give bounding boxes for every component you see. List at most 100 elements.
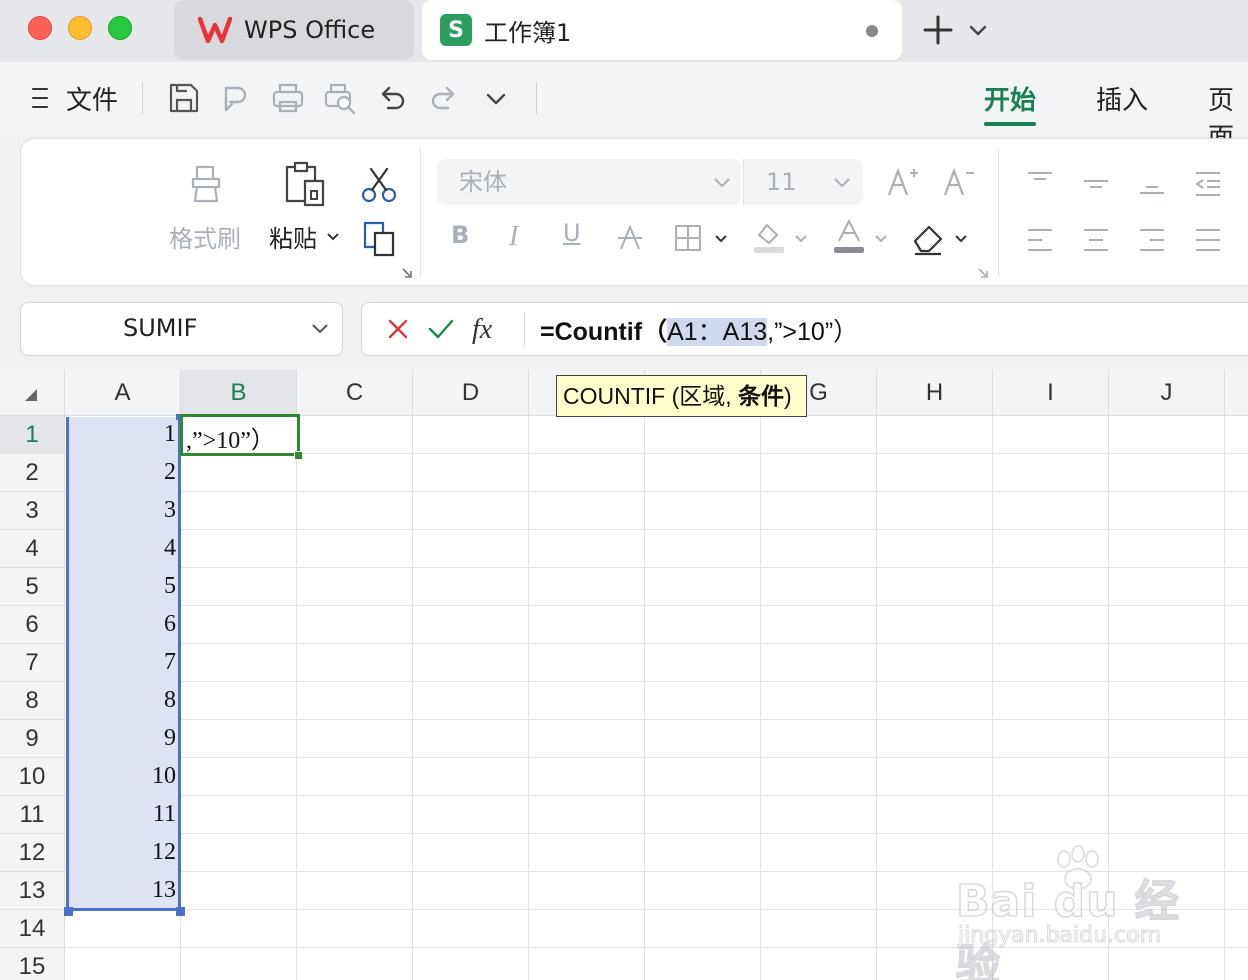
- export-pdf-icon[interactable]: [218, 80, 254, 116]
- cell-a6[interactable]: 6: [66, 611, 176, 638]
- undo-icon[interactable]: [374, 80, 410, 116]
- formula-input[interactable]: =Countif（A1：A13,”>10”）: [540, 312, 858, 348]
- borders-icon[interactable]: [673, 223, 703, 253]
- chevron-down-icon[interactable]: [793, 231, 809, 247]
- chevron-down-icon[interactable]: [713, 231, 729, 247]
- cell-a7[interactable]: 7: [66, 649, 176, 676]
- cell-a11[interactable]: 11: [66, 801, 176, 828]
- chevron-down-icon[interactable]: [325, 229, 341, 245]
- row-header-12[interactable]: 12: [0, 834, 65, 872]
- align-bottom-icon[interactable]: [1137, 169, 1167, 199]
- column-header-b[interactable]: B: [181, 370, 297, 416]
- minimize-window-button[interactable]: [68, 16, 92, 40]
- dialog-launcher-icon[interactable]: [401, 267, 413, 279]
- cell-a2[interactable]: 2: [66, 459, 176, 486]
- unsaved-dot-icon[interactable]: [866, 25, 878, 37]
- font-color-icon[interactable]: [831, 219, 867, 255]
- cell-a9[interactable]: 9: [66, 725, 176, 752]
- menu-icon[interactable]: [30, 86, 52, 110]
- chevron-down-icon[interactable]: [966, 16, 990, 44]
- align-left-icon[interactable]: [1025, 225, 1055, 255]
- chevron-down-icon[interactable]: [711, 173, 733, 193]
- underline-button[interactable]: U: [563, 219, 581, 247]
- row-header-3[interactable]: 3: [0, 492, 65, 530]
- paste-icon[interactable]: [279, 159, 329, 209]
- chevron-down-icon[interactable]: [953, 231, 969, 247]
- align-top-icon[interactable]: [1025, 169, 1055, 199]
- tab-workbook[interactable]: S 工作簿1: [422, 0, 902, 60]
- tab-wps-office[interactable]: WPS Office: [174, 0, 414, 60]
- format-painter-icon[interactable]: [183, 161, 229, 207]
- active-cell-fill-handle[interactable]: [294, 451, 303, 460]
- row-header-15[interactable]: 15: [0, 948, 65, 980]
- cell-a13[interactable]: 13: [66, 877, 176, 904]
- column-header-i[interactable]: I: [993, 370, 1109, 416]
- zoom-window-button[interactable]: [108, 16, 132, 40]
- column-header-h[interactable]: H: [877, 370, 993, 416]
- cell-a1[interactable]: 1: [66, 421, 176, 448]
- row-header-13[interactable]: 13: [0, 872, 65, 910]
- increase-font-size-icon[interactable]: [885, 165, 919, 199]
- paste-button[interactable]: 粘贴: [269, 219, 317, 254]
- column-header-d[interactable]: D: [413, 370, 529, 416]
- cancel-x-icon[interactable]: [384, 315, 412, 343]
- name-box[interactable]: SUMIF: [20, 302, 343, 356]
- row-header-11[interactable]: 11: [0, 796, 65, 834]
- row-header-10[interactable]: 10: [0, 758, 65, 796]
- row-header-1[interactable]: 1: [0, 416, 65, 454]
- bold-button[interactable]: B: [451, 221, 469, 249]
- row-header-6[interactable]: 6: [0, 606, 65, 644]
- font-name-select[interactable]: 宋体: [437, 159, 741, 205]
- justify-icon[interactable]: [1193, 225, 1223, 255]
- cell-a5[interactable]: 5: [66, 573, 176, 600]
- cell-a10[interactable]: 10: [66, 763, 176, 790]
- format-painter-label[interactable]: 格式刷: [169, 219, 241, 254]
- tab-insert[interactable]: 插入: [1096, 80, 1148, 117]
- cell-a3[interactable]: 3: [66, 497, 176, 524]
- row-header-2[interactable]: 2: [0, 454, 65, 492]
- clear-format-eraser-icon[interactable]: [911, 221, 947, 257]
- print-icon[interactable]: [270, 80, 306, 116]
- scissors-icon[interactable]: [359, 165, 399, 205]
- tab-home[interactable]: 开始: [984, 80, 1036, 117]
- row-header-8[interactable]: 8: [0, 682, 65, 720]
- align-middle-icon[interactable]: [1081, 169, 1111, 199]
- chevron-down-icon[interactable]: [478, 80, 514, 116]
- align-center-icon[interactable]: [1081, 225, 1111, 255]
- formula-bar[interactable]: fx =Countif（A1：A13,”>10”）: [361, 302, 1248, 356]
- align-right-icon[interactable]: [1137, 225, 1167, 255]
- chevron-down-icon[interactable]: [873, 231, 889, 247]
- confirm-check-icon[interactable]: [426, 315, 456, 343]
- file-menu[interactable]: 文件: [66, 80, 118, 117]
- row-header-9[interactable]: 9: [0, 720, 65, 758]
- cell-a12[interactable]: 12: [66, 839, 176, 866]
- strikethrough-icon[interactable]: [615, 223, 645, 253]
- cell-a8[interactable]: 8: [66, 687, 176, 714]
- save-icon[interactable]: [166, 80, 202, 116]
- fill-color-icon[interactable]: [751, 219, 787, 255]
- new-tab-button[interactable]: [920, 12, 956, 48]
- column-header-a[interactable]: A: [65, 370, 181, 416]
- insert-function-fx-icon[interactable]: fx: [470, 311, 504, 347]
- decrease-font-size-icon[interactable]: [941, 165, 975, 199]
- redo-icon[interactable]: [426, 80, 462, 116]
- range-fill-handle[interactable]: [176, 907, 185, 916]
- row-header-5[interactable]: 5: [0, 568, 65, 606]
- cell-a4[interactable]: 4: [66, 535, 176, 562]
- chevron-down-icon[interactable]: [831, 173, 853, 193]
- dialog-launcher-icon[interactable]: [977, 267, 989, 279]
- row-header-7[interactable]: 7: [0, 644, 65, 682]
- select-all-corner[interactable]: [0, 370, 65, 416]
- row-header-4[interactable]: 4: [0, 530, 65, 568]
- column-header-partial: [1225, 370, 1248, 416]
- column-header-j[interactable]: J: [1109, 370, 1225, 416]
- italic-button[interactable]: I: [509, 221, 518, 253]
- print-preview-icon[interactable]: [322, 80, 358, 116]
- chevron-down-icon[interactable]: [309, 319, 331, 339]
- column-header-c[interactable]: C: [297, 370, 413, 416]
- range-handle[interactable]: [64, 907, 73, 916]
- row-header-14[interactable]: 14: [0, 910, 65, 948]
- copy-icon[interactable]: [359, 219, 399, 259]
- decrease-indent-icon[interactable]: [1193, 169, 1223, 199]
- close-window-button[interactable]: [28, 16, 52, 40]
